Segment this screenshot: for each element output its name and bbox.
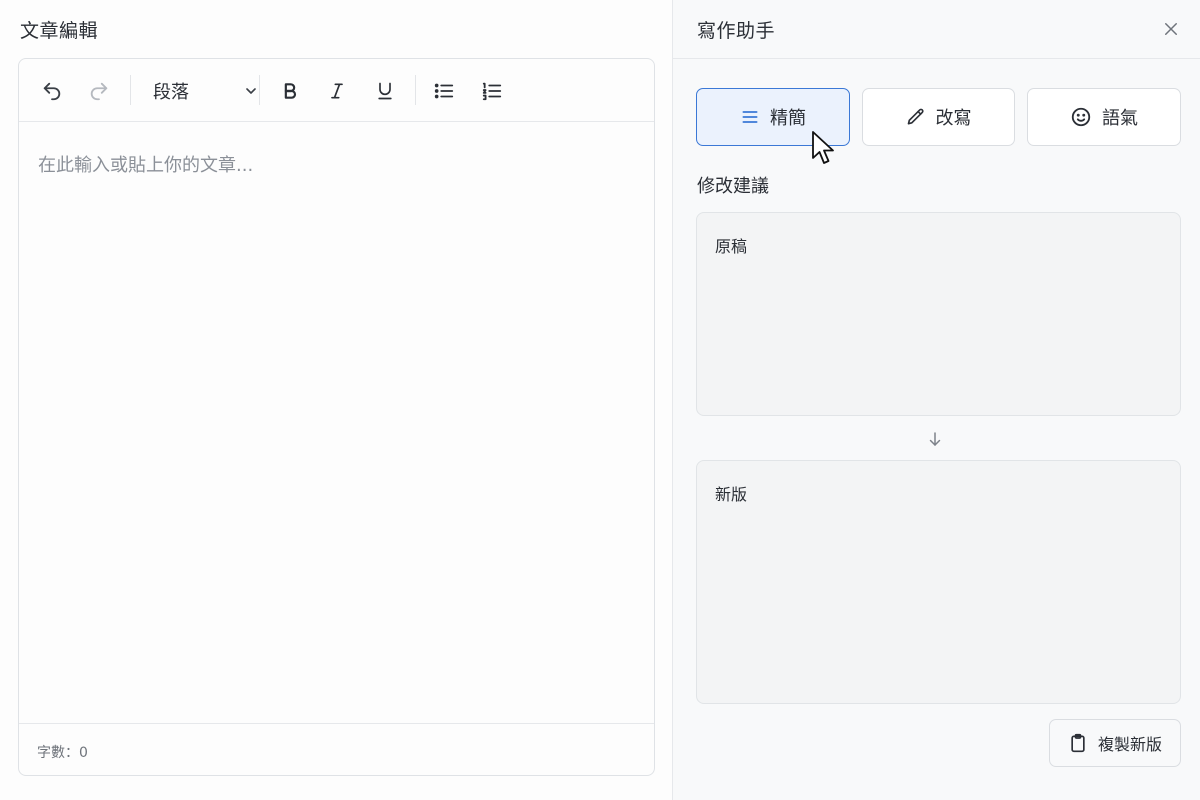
lines-icon [742,111,758,123]
editor-textarea[interactable] [19,122,654,723]
original-text-box: 原稿 [696,212,1181,416]
tone-button[interactable]: 語氣 [1027,88,1181,146]
new-text-box: 新版 [696,460,1181,704]
assistant-pane: 寫作助手 精簡 改寫 語氣 修改建議 原稿 新版 複製新版 [672,0,1200,800]
rewrite-button[interactable]: 改寫 [862,88,1015,146]
pencil-icon [907,108,924,125]
tone-button-label: 語氣 [1102,108,1138,129]
italic-button[interactable] [321,75,353,107]
simplify-button-label: 精簡 [770,108,806,129]
new-label: 新版 [715,485,748,504]
editor-title: 文章編輯 [20,20,99,42]
bullet-list-button[interactable] [428,75,460,107]
paragraph-select[interactable]: 段落 [153,75,265,107]
bullet-list-icon [434,83,454,99]
undo-icon [43,82,61,101]
arrow-down-icon [925,428,945,450]
toolbar-divider [415,75,416,105]
smiley-icon [1071,107,1091,127]
copy-button-label: 複製新版 [1097,735,1162,754]
rewrite-button-label: 改寫 [935,108,972,129]
clipboard-icon [1071,733,1085,753]
editor-footer: 字數：0 [19,723,654,775]
underline-icon [378,82,392,100]
close-icon [1165,23,1177,35]
assistant-title: 寫作助手 [697,20,776,42]
toolbar-divider [130,75,131,105]
suggestions-heading: 修改建議 [697,176,769,197]
editor-card: 段落 在此輸入或貼上你的文章... 字數：0 [18,58,655,776]
copy-new-version-button[interactable]: 複製新版 [1049,719,1181,767]
paragraph-select-label: 段落 [153,82,189,103]
close-button[interactable] [1160,18,1182,40]
numbered-list-icon [482,82,502,101]
bold-icon [284,83,296,99]
toolbar-divider [259,75,260,105]
bold-button[interactable] [274,75,306,107]
undo-button[interactable] [36,75,68,107]
italic-icon [331,83,343,99]
editor-pane: 文章編輯 段落 在此輸入或貼上你的文章... 字數：0 [0,0,672,800]
editor-placeholder: 在此輸入或貼上你的文章... [38,155,254,176]
numbered-list-button[interactable] [476,75,508,107]
redo-icon [90,82,108,101]
chevron-down-icon [246,88,256,94]
assistant-header: 寫作助手 [673,0,1200,59]
redo-button[interactable] [83,75,115,107]
original-label: 原稿 [715,237,748,256]
word-count: 字數：0 [37,745,88,761]
underline-button[interactable] [369,75,401,107]
editor-toolbar: 段落 [19,59,654,122]
simplify-button[interactable]: 精簡 [696,88,850,146]
